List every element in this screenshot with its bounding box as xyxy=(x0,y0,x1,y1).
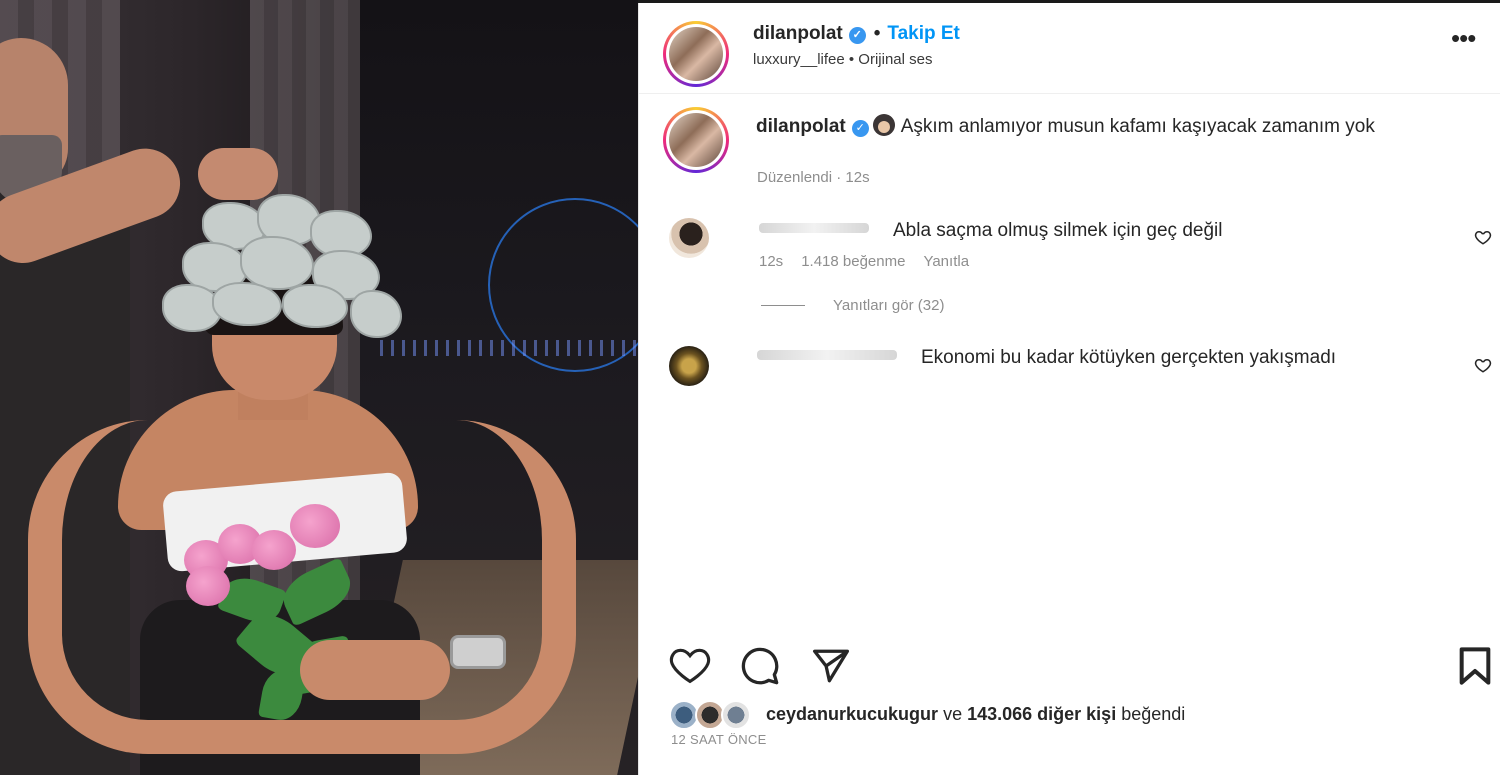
money-headpiece xyxy=(162,192,402,342)
comment-meta: 12s 1.418 beğenme Yanıtla xyxy=(759,253,987,270)
bookmark-icon[interactable] xyxy=(1457,646,1493,686)
likes-others[interactable]: 143.066 diğer kişi xyxy=(967,704,1116,724)
likes-summary: ceydanurkucukugur ve 143.066 diğer kişi … xyxy=(766,704,1185,725)
follow-button[interactable]: Takip Et xyxy=(887,23,960,44)
author-username[interactable]: dilanpolat xyxy=(753,23,843,44)
reply-button[interactable]: Yanıtla xyxy=(923,253,969,270)
replies-line xyxy=(761,305,805,306)
comment-text: Abla saçma olmuş silmek için geç değil xyxy=(893,220,1223,241)
verified-badge-icon: ✓ xyxy=(848,27,866,44)
liker-avatars[interactable] xyxy=(669,700,761,730)
view-replies-label[interactable]: Yanıtları gör (32) xyxy=(833,297,944,314)
share-icon[interactable] xyxy=(811,648,851,684)
comment-like-heart-icon[interactable] xyxy=(1474,356,1492,374)
commenter-username-blurred[interactable] xyxy=(757,350,897,360)
comment: Abla saçma olmuş silmek için geç değil xyxy=(759,219,1222,243)
post-media-video[interactable] xyxy=(0,0,638,775)
face-emoji-icon xyxy=(872,114,895,136)
woman-hands xyxy=(300,640,450,700)
post-timestamp: 12 SAAT ÖNCE xyxy=(671,732,767,747)
verified-badge-icon: ✓ xyxy=(851,120,869,137)
caption-meta: Düzenlendi · 12s xyxy=(757,169,870,186)
author-avatar[interactable] xyxy=(663,21,729,87)
comment-time: 12s xyxy=(759,253,784,270)
header-divider xyxy=(639,93,1500,94)
audio-link[interactable]: luxxury__lifee • Orijinal ses xyxy=(753,51,933,68)
comment-text: Ekonomi bu kadar kötüyken gerçekten yakı… xyxy=(921,347,1337,368)
city-lights xyxy=(380,340,638,356)
commenter-avatar[interactable] xyxy=(669,346,709,386)
heart-icon[interactable] xyxy=(669,646,711,684)
comment-icon[interactable] xyxy=(739,646,781,686)
comment-like-heart-icon[interactable] xyxy=(1474,228,1492,246)
commenter-avatar[interactable] xyxy=(669,218,709,258)
wrist-watch xyxy=(450,635,506,669)
likes-suffix: beğendi xyxy=(1121,704,1186,724)
comment: Ekonomi bu kadar kötüyken gerçekten yakı… xyxy=(757,346,1377,370)
commenter-username-blurred[interactable] xyxy=(759,223,869,233)
post-side-panel: dilanpolat ✓ • Takip Et luxxury__lifee • Or… xyxy=(638,3,1500,775)
view-replies[interactable]: Yanıtları gör (32) xyxy=(761,297,944,314)
separator-dot: • xyxy=(873,23,881,44)
caption-username[interactable]: dilanpolat xyxy=(756,116,846,137)
post-caption: dilanpolat ✓ Aşkım anlamıyor musun kafamı … xyxy=(756,114,1436,138)
liker-username[interactable]: ceydanurkucukugur xyxy=(766,704,938,724)
post-header: dilanpolat ✓ • Takip Et xyxy=(753,23,960,45)
comment-likes[interactable]: 1.418 beğenme xyxy=(801,253,905,270)
more-options-icon[interactable]: ••• xyxy=(1451,25,1476,51)
caption-text: Aşkım anlamıyor musun kafamı kaşıyacak z… xyxy=(900,116,1375,137)
caption-author-avatar[interactable] xyxy=(663,107,729,173)
likes-connector: ve xyxy=(943,704,963,724)
